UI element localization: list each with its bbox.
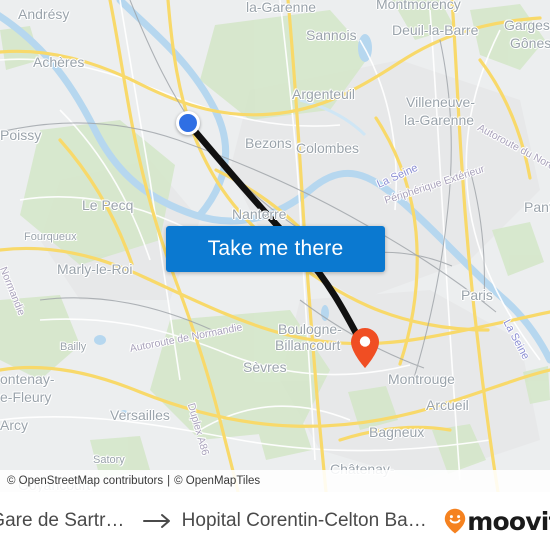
attribution-osm[interactable]: © OpenStreetMap contributors (7, 475, 163, 487)
moovit-map-screen: Andrésy la-Garenne Montmorency Garges- Gônes… (0, 0, 550, 550)
map-attribution: © OpenStreetMap contributors | © OpenMap… (0, 470, 550, 492)
arrow-right-icon (142, 514, 170, 528)
moovit-wordmark: moovit (467, 506, 550, 536)
attribution-openmaptiles[interactable]: © OpenMapTiles (174, 475, 260, 487)
attribution-separator: | (167, 475, 171, 487)
destination-pin-icon[interactable] (350, 327, 380, 369)
route-origin-label: Gare de Sartrouv... (0, 510, 134, 531)
map-canvas[interactable]: Andrésy la-Garenne Montmorency Garges- Gônes… (0, 0, 550, 492)
route-bottom-bar: Gare de Sartrouv... Hopital Corentin-Cel… (0, 492, 550, 550)
route-destination-label: Hopital Corentin-Celton Batime... (181, 510, 431, 531)
take-me-there-button[interactable]: Take me there (166, 226, 385, 272)
origin-dot-icon[interactable] (176, 111, 200, 135)
route-summary: Gare de Sartrouv... Hopital Corentin-Cel… (0, 510, 430, 532)
moovit-pin-icon (445, 508, 466, 534)
moovit-logo[interactable]: moovit (444, 507, 550, 536)
